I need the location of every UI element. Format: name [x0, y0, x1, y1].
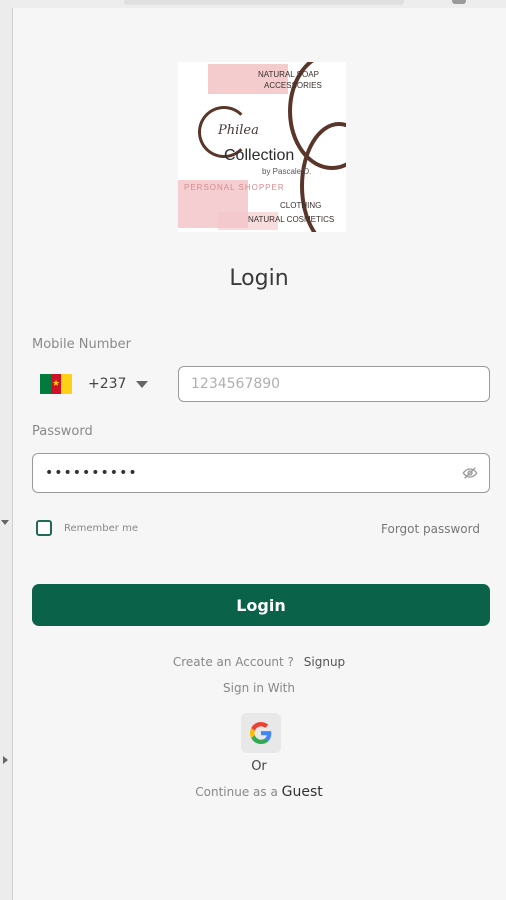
login-button[interactable]: Login — [32, 584, 490, 626]
password-input[interactable] — [32, 453, 490, 493]
password-label: Password — [32, 424, 93, 439]
remember-me-label: Remember me — [64, 522, 138, 534]
logo-text: Collection — [224, 147, 295, 164]
mobile-number-label: Mobile Number — [32, 337, 131, 352]
continue-text: Continue as a — [195, 785, 278, 799]
forgot-password-link[interactable]: Forgot password — [381, 522, 480, 536]
logo-text: Philea — [218, 123, 259, 138]
login-screen: NATURAL SOAP ACCESSORIES Philea Collecti… — [12, 8, 506, 900]
continue-as-guest-row: Continue as a Guest — [12, 784, 506, 800]
top-browser-strip — [12, 0, 506, 8]
remember-me-checkbox[interactable] — [36, 520, 52, 536]
country-code-selector[interactable]: ★ +237 — [40, 372, 149, 396]
remember-me[interactable]: Remember me — [36, 520, 138, 536]
page-title: Login — [229, 266, 289, 291]
google-icon — [250, 722, 272, 744]
sign-in-with-text: Sign in With — [223, 681, 295, 695]
logo-text: by Pascale D. — [262, 167, 312, 176]
signup-link[interactable]: Signup — [304, 655, 345, 669]
address-bar — [124, 0, 404, 5]
caret-down-icon — [1, 520, 9, 525]
logo-text: CLOTHING — [280, 201, 322, 210]
eye-off-icon[interactable] — [462, 465, 478, 481]
phone-input[interactable] — [178, 366, 490, 402]
cameroon-flag-icon: ★ — [40, 374, 73, 394]
password-field — [32, 453, 490, 493]
or-divider-text: Or — [251, 759, 267, 774]
logo-text: NATURAL SOAP — [258, 70, 319, 79]
country-code: +237 — [88, 376, 127, 392]
brand-logo: NATURAL SOAP ACCESSORIES Philea Collecti… — [178, 62, 346, 232]
create-account-text: Create an Account ? — [172, 655, 294, 669]
create-account-row: Create an Account ? Signup — [12, 655, 506, 669]
caret-down-icon — [136, 380, 149, 388]
caret-right-icon — [3, 756, 8, 764]
logo-text: PERSONAL SHOPPER — [184, 183, 285, 192]
guest-link[interactable]: Guest — [282, 784, 323, 800]
logo-text: ACCESSORIES — [264, 81, 322, 90]
logo-text: NATURAL COSMETICS — [248, 215, 335, 224]
google-signin-button[interactable] — [241, 713, 281, 753]
tab-indicator — [452, 0, 466, 4]
